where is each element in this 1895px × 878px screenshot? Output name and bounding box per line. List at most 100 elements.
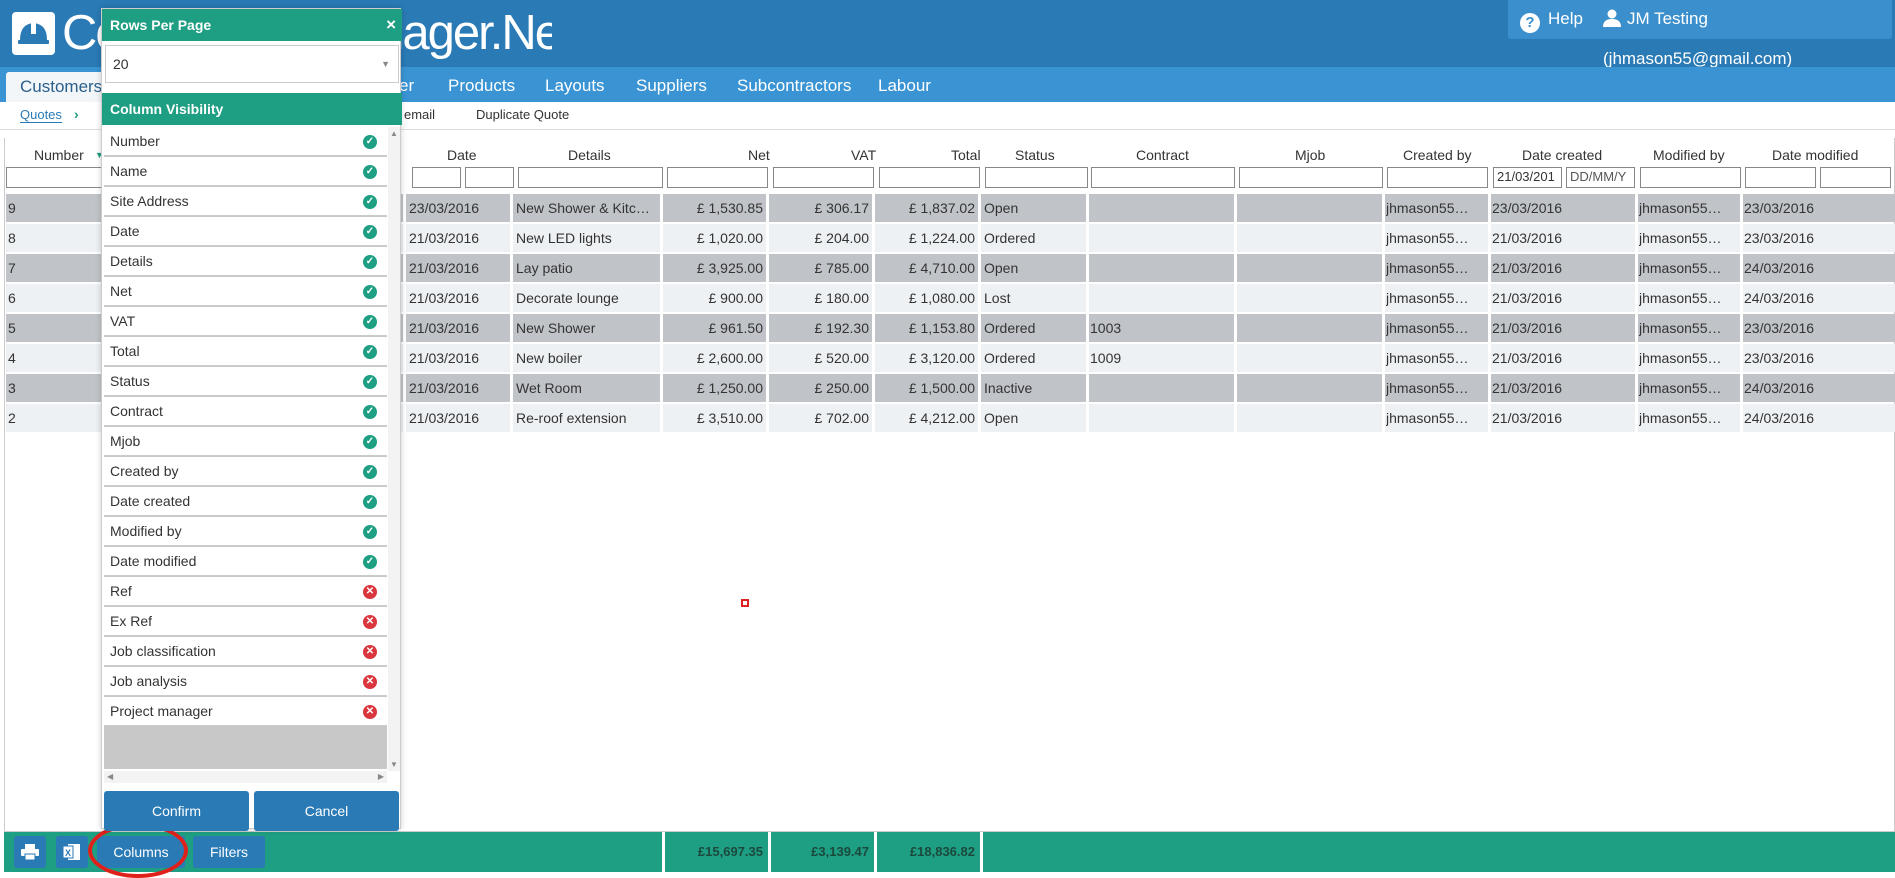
- check-circle-icon[interactable]: ✓: [363, 555, 377, 569]
- check-circle-icon[interactable]: ✓: [363, 345, 377, 359]
- nav-customers[interactable]: Customers: [6, 72, 117, 102]
- filter-details[interactable]: [518, 167, 663, 188]
- col-status[interactable]: Status: [1015, 147, 1055, 163]
- print-button[interactable]: [14, 836, 46, 868]
- filter-vat[interactable]: [773, 167, 874, 188]
- check-circle-icon[interactable]: ✓: [363, 285, 377, 299]
- scroll-left-icon[interactable]: ◀: [107, 772, 113, 781]
- visibility-item[interactable]: Created by ✓: [104, 457, 387, 486]
- user-menu-button[interactable]: JM Testing (jhmason55@gmail.com): [1591, 0, 1892, 68]
- filter-date-modified-to[interactable]: [1820, 167, 1891, 188]
- close-icon[interactable]: ×: [386, 9, 396, 41]
- filters-button[interactable]: Filters: [193, 836, 265, 868]
- nav-products[interactable]: Products: [448, 67, 515, 102]
- visibility-item[interactable]: Total ✓: [104, 337, 387, 366]
- check-circle-icon[interactable]: ✓: [363, 435, 377, 449]
- check-circle-icon[interactable]: ✓: [363, 495, 377, 509]
- check-circle-icon[interactable]: ✓: [363, 135, 377, 149]
- check-circle-icon[interactable]: ✓: [363, 375, 377, 389]
- filter-created-by[interactable]: [1387, 167, 1488, 188]
- visibility-item[interactable]: Ref ✕: [104, 577, 387, 606]
- check-circle-icon[interactable]: ✓: [363, 525, 377, 539]
- col-date-created[interactable]: Date created: [1522, 147, 1602, 163]
- cell-divider: [872, 194, 875, 222]
- filter-number[interactable]: [6, 167, 106, 188]
- col-total[interactable]: Total: [951, 147, 981, 163]
- rows-per-page-select[interactable]: 20 ▼: [105, 45, 399, 83]
- nav-subcontractors[interactable]: Subcontractors: [737, 67, 851, 102]
- cross-circle-icon[interactable]: ✕: [363, 675, 377, 689]
- cell-divider: [1740, 254, 1743, 282]
- filter-date-modified-from[interactable]: [1745, 167, 1816, 188]
- col-number[interactable]: Number: [34, 147, 84, 163]
- visibility-item[interactable]: Name ✓: [104, 157, 387, 186]
- col-modified-by[interactable]: Modified by: [1653, 147, 1725, 163]
- cell-contract: [1090, 404, 1230, 432]
- visibility-item[interactable]: Status ✓: [104, 367, 387, 396]
- col-date[interactable]: Date: [447, 147, 477, 163]
- check-circle-icon[interactable]: ✓: [363, 195, 377, 209]
- visibility-item[interactable]: Date created ✓: [104, 487, 387, 516]
- visibility-item[interactable]: Site Address ✓: [104, 187, 387, 216]
- col-created-by[interactable]: Created by: [1403, 147, 1471, 163]
- excel-export-button[interactable]: X: [56, 836, 88, 868]
- help-button[interactable]: ? Help: [1508, 0, 1595, 39]
- cross-circle-icon[interactable]: ✕: [363, 615, 377, 629]
- col-vat[interactable]: VAT: [851, 147, 876, 163]
- nav-suppliers[interactable]: Suppliers: [636, 67, 707, 102]
- visibility-item[interactable]: Job classification ✕: [104, 637, 387, 666]
- visibility-item[interactable]: VAT ✓: [104, 307, 387, 336]
- filter-status[interactable]: [985, 167, 1088, 188]
- scroll-right-icon[interactable]: ▶: [378, 772, 384, 781]
- cancel-button[interactable]: Cancel: [254, 791, 399, 831]
- col-mjob[interactable]: Mjob: [1295, 147, 1325, 163]
- check-circle-icon[interactable]: ✓: [363, 225, 377, 239]
- visibility-item[interactable]: Date modified ✓: [104, 547, 387, 576]
- filter-date-to[interactable]: [465, 167, 514, 188]
- subnav-duplicate-quote[interactable]: Duplicate Quote: [476, 107, 569, 122]
- vertical-scrollbar[interactable]: ▲ ▼: [388, 127, 400, 771]
- visibility-item[interactable]: Number ✓: [104, 127, 387, 156]
- cell-contract: 1003: [1090, 320, 1122, 336]
- check-circle-icon[interactable]: ✓: [363, 315, 377, 329]
- filter-net[interactable]: [667, 167, 768, 188]
- confirm-button[interactable]: Confirm: [104, 791, 249, 831]
- col-contract[interactable]: Contract: [1136, 147, 1189, 163]
- filter-date-from[interactable]: [412, 167, 461, 188]
- col-date-modified[interactable]: Date modified: [1772, 147, 1858, 163]
- cross-circle-icon[interactable]: ✕: [363, 645, 377, 659]
- hardhat-logo-icon[interactable]: [12, 12, 55, 55]
- scroll-down-icon[interactable]: ▼: [390, 760, 398, 769]
- cross-circle-icon[interactable]: ✕: [363, 705, 377, 719]
- filter-total[interactable]: [879, 167, 980, 188]
- visibility-item[interactable]: Date ✓: [104, 217, 387, 246]
- visibility-item[interactable]: Modified by ✓: [104, 517, 387, 546]
- filter-modified-by[interactable]: [1640, 167, 1741, 188]
- visibility-item[interactable]: Ex Ref ✕: [104, 607, 387, 636]
- filter-contract[interactable]: [1091, 167, 1235, 188]
- check-circle-icon[interactable]: ✓: [363, 165, 377, 179]
- col-details[interactable]: Details: [568, 147, 611, 163]
- visibility-item[interactable]: Contract ✓: [104, 397, 387, 426]
- scroll-up-icon[interactable]: ▲: [390, 129, 398, 138]
- check-circle-icon[interactable]: ✓: [363, 255, 377, 269]
- visibility-item[interactable]: Project manager ✕: [104, 697, 387, 726]
- nav-labour[interactable]: Labour: [878, 67, 931, 102]
- cell-mjob: [1238, 224, 1378, 252]
- check-circle-icon[interactable]: ✓: [363, 405, 377, 419]
- visibility-item[interactable]: Net ✓: [104, 277, 387, 306]
- horizontal-scrollbar[interactable]: ◀ ▶: [104, 771, 387, 783]
- subnav-quotes[interactable]: Quotes: [20, 107, 62, 123]
- visibility-item[interactable]: Details ✓: [104, 247, 387, 276]
- nav-layouts[interactable]: Layouts: [545, 67, 605, 102]
- filter-mjob[interactable]: [1239, 167, 1383, 188]
- check-circle-icon[interactable]: ✓: [363, 465, 377, 479]
- col-net[interactable]: Net: [748, 147, 770, 163]
- visibility-item[interactable]: Mjob ✓: [104, 427, 387, 456]
- visibility-item[interactable]: Job analysis ✕: [104, 667, 387, 696]
- cross-circle-icon[interactable]: ✕: [363, 585, 377, 599]
- filter-date-created-from[interactable]: 21/03/201: [1493, 167, 1562, 188]
- cell-divider: [403, 314, 406, 342]
- subnav-email[interactable]: email: [404, 107, 435, 122]
- filter-date-created-to[interactable]: DD/MM/Y: [1566, 167, 1635, 188]
